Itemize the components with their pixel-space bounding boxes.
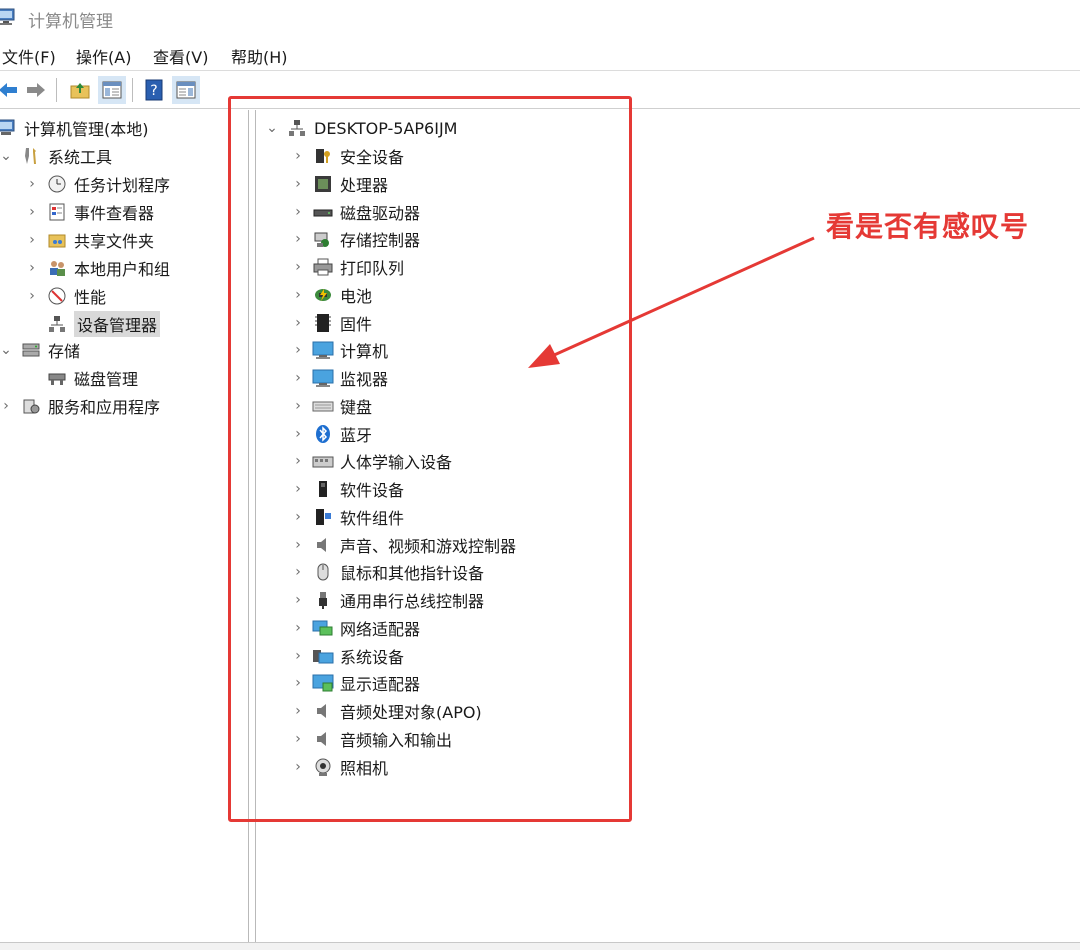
tree-label: 任务计划程序 [74,176,171,195]
annotation-text: 看是否有感叹号 [826,210,1030,243]
menu-separator [0,70,1080,71]
help-icon[interactable]: ? [140,76,168,104]
menu-file[interactable]: 文件(F) [2,44,56,68]
tree-label: 事件查看器 [74,204,155,223]
tree-item-storage[interactable]: ⌄ 存储 [0,337,80,363]
chevron-down-icon[interactable]: ⌄ [0,148,14,164]
chevron-right-icon[interactable]: › [24,176,40,192]
tree-item-disk-management[interactable]: 磁盘管理 [46,365,138,391]
back-icon[interactable] [0,76,22,104]
clock-icon [46,173,68,195]
shared-folder-icon [46,229,68,251]
tree-label: 设备管理器 [74,311,161,337]
forward-icon[interactable] [22,76,50,104]
device-manager-icon [46,313,68,335]
tree-item-local-users[interactable]: › 本地用户和组 [24,255,170,281]
tree-label: 共享文件夹 [74,232,155,251]
disk-management-icon [46,367,68,389]
tree-item-system-tools[interactable]: ⌄ 系统工具 [0,143,112,169]
tree-label: 服务和应用程序 [48,398,161,417]
services-icon [20,395,42,417]
users-icon [46,257,68,279]
tree-item-task-scheduler[interactable]: › 任务计划程序 [24,171,170,197]
menu-help[interactable]: 帮助(H) [231,44,288,68]
chevron-right-icon[interactable]: › [24,260,40,276]
toolbar-divider [56,78,57,102]
toolbar-divider [132,78,133,102]
up-folder-icon[interactable] [66,76,94,104]
svg-text:?: ? [150,83,157,99]
computer-management-icon [0,7,20,27]
navigation-tree: 计算机管理(本地) ⌄ 系统工具 › 任务计划程序 › 事件查看器 › 共享文件… [0,110,249,942]
storage-icon [20,339,42,361]
menu-bar: 文件(F) 操作(A) 查看(V) 帮助(H) [0,40,1080,68]
menu-view[interactable]: 查看(V) [153,44,208,68]
menu-action[interactable]: 操作(A) [76,44,131,68]
tree-label: 存储 [48,342,81,361]
tree-label: 本地用户和组 [74,260,171,279]
chevron-down-icon[interactable]: ⌄ [0,342,14,358]
performance-icon [46,285,68,307]
event-viewer-icon [46,201,68,223]
chevron-right-icon[interactable]: › [24,232,40,248]
computer-management-icon [0,117,18,139]
chevron-right-icon[interactable]: › [0,398,14,414]
chevron-right-icon[interactable]: › [24,288,40,304]
window-title: 计算机管理 [28,12,113,32]
properties-pane-icon[interactable] [172,76,200,104]
tree-label: 计算机管理(本地) [24,120,149,139]
tree-item-shared-folders[interactable]: › 共享文件夹 [24,227,154,253]
show-hide-tree-icon[interactable] [98,76,126,104]
annotation-highlight-box [228,96,632,822]
tree-item-services-apps[interactable]: › 服务和应用程序 [0,393,160,419]
chevron-right-icon[interactable]: › [24,204,40,220]
title-bar: 计算机管理 [0,0,1080,36]
tree-item-device-manager[interactable]: 设备管理器 [46,311,161,337]
tree-label: 系统工具 [48,148,113,167]
tools-icon [20,145,42,167]
tree-item-performance[interactable]: › 性能 [24,283,106,309]
tree-item-event-viewer[interactable]: › 事件查看器 [24,199,154,225]
tree-label: 磁盘管理 [74,370,139,389]
tree-root-computer-management[interactable]: 计算机管理(本地) [0,115,149,141]
tree-label: 性能 [74,288,107,307]
